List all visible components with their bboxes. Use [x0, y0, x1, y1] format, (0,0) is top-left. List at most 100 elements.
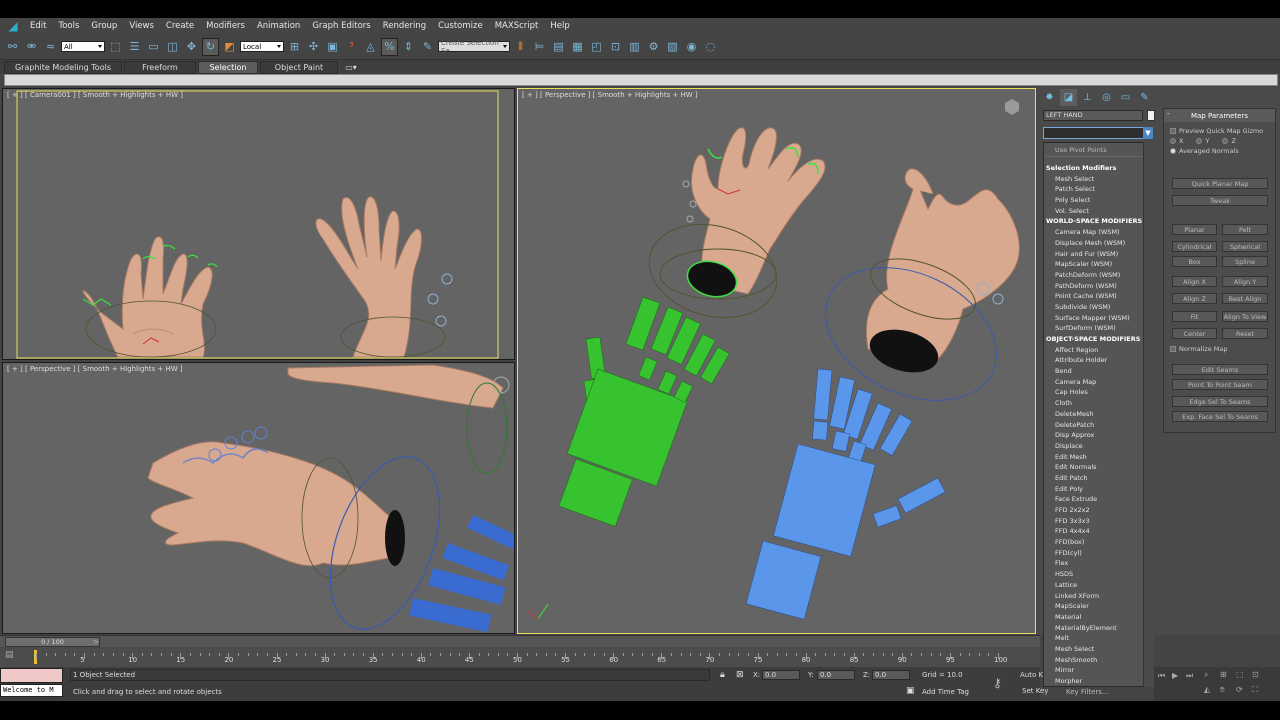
modifier-list-item[interactable]: Surface Mapper (WSM) — [1044, 313, 1153, 324]
modifier-list-item[interactable]: Edit Patch — [1044, 473, 1153, 484]
render-iterative-icon[interactable]: ◌ — [702, 38, 719, 56]
align-icon[interactable]: ⊨ — [531, 38, 548, 56]
modifier-list-item[interactable]: SurfDeform (WSM) — [1044, 323, 1153, 334]
point-to-point-seam-button[interactable]: Point To Point Seam — [1172, 379, 1268, 390]
move-icon[interactable]: ✥ — [183, 38, 200, 56]
modifier-list-item[interactable]: FFD(box) — [1044, 537, 1153, 548]
render-setup-icon[interactable]: ⚙ — [645, 38, 662, 56]
hierarchy-tab-icon[interactable]: ⊥ — [1079, 89, 1096, 106]
viewcube-icon[interactable] — [1005, 99, 1019, 115]
tab-selection[interactable]: Selection — [198, 61, 258, 74]
next-frame-icon[interactable]: ⏭︎ — [1186, 671, 1193, 681]
field-of-view-icon[interactable]: ◭ — [1204, 685, 1210, 694]
viewport-perspective-bottom-left[interactable]: [ + ] [ Perspective ] [ Smooth + Highlig… — [2, 362, 515, 634]
modifier-list-item[interactable]: Edit Normals — [1044, 462, 1153, 473]
exp-face-sel-to-seams-button[interactable]: Exp. Face Sel To Seams — [1172, 411, 1268, 422]
play-icon[interactable]: ▶ — [1172, 671, 1178, 680]
object-color-swatch[interactable] — [1147, 110, 1155, 121]
angle-snap-icon[interactable]: ◬ — [362, 38, 379, 56]
time-slider[interactable]: 0 / 100 > — [0, 635, 1040, 647]
auto-key-button[interactable]: Auto K — [1020, 671, 1043, 679]
object-name-field[interactable]: LEFT HAND — [1043, 110, 1143, 121]
bind-space-warp-icon[interactable]: ≈ — [42, 38, 59, 56]
tweak-button[interactable]: Tweak — [1172, 195, 1268, 206]
modifier-list-item[interactable]: DeletePatch — [1044, 420, 1153, 431]
menu-edit[interactable]: Edit — [24, 21, 52, 31]
modifier-list-item[interactable]: PatchDeform (WSM) — [1044, 270, 1153, 281]
modifier-list-item[interactable]: Cap Holes — [1044, 387, 1153, 398]
pelt-button[interactable]: Pelt — [1222, 224, 1268, 235]
checkbox[interactable] — [1170, 128, 1176, 134]
menu-tools[interactable]: Tools — [52, 21, 85, 31]
modifier-list-item[interactable]: Subdivide (WSM) — [1044, 302, 1153, 313]
modifier-list-item[interactable]: Face Extrude — [1044, 494, 1153, 505]
pivot-center-icon[interactable]: ⊞ — [286, 38, 303, 56]
modifier-list-item[interactable]: Mesh Select — [1044, 644, 1153, 655]
modifier-list-item[interactable]: MeshSmooth — [1044, 655, 1153, 666]
center-button[interactable]: Center — [1172, 328, 1217, 339]
zoom-all-icon[interactable]: ⊞ — [1220, 670, 1227, 679]
viewport-label[interactable]: [ + ] [ Perspective ] [ Smooth + Highlig… — [7, 365, 183, 373]
next-frame-arrow-icon[interactable]: > — [93, 638, 99, 646]
use-pivot-points-option[interactable]: Use Pivot Points — [1044, 143, 1153, 157]
preview-quick-map-option[interactable]: Preview Quick Map Gizmo — [1164, 126, 1275, 136]
quick-planar-map-button[interactable]: Quick Planar Map — [1172, 178, 1268, 189]
window-crossing-icon[interactable]: ◫ — [164, 38, 181, 56]
link-icon[interactable]: ⚯ — [4, 38, 21, 56]
lock-selection-icon[interactable]: 🔒︎ — [720, 670, 725, 680]
modifier-list-item[interactable]: Disp Approx — [1044, 430, 1153, 441]
menu-maxscript[interactable]: MAXScript — [489, 21, 545, 31]
viewport-camera001[interactable]: [ + ] [ Camera001 ] [ Smooth + Highlight… — [2, 88, 515, 360]
modifier-list-item[interactable]: Mirror — [1044, 665, 1153, 676]
viewport-label[interactable]: [ + ] [ Perspective ] [ Smooth + Highlig… — [522, 91, 698, 99]
modifier-list-item[interactable]: Camera Map — [1044, 377, 1153, 388]
cylindrical-button[interactable]: Cylindrical — [1172, 241, 1217, 252]
radio-y[interactable] — [1196, 138, 1203, 144]
align-y-button[interactable]: Align Y — [1222, 276, 1268, 287]
x-coordinate-field[interactable]: 0.0 — [762, 670, 800, 680]
utilities-tab-icon[interactable]: ✎ — [1136, 89, 1153, 106]
motion-tab-icon[interactable]: ◎ — [1098, 89, 1115, 106]
manipulate-icon[interactable]: ✣ — [305, 38, 322, 56]
zoom-extents-icon[interactable]: ⬚ — [1236, 670, 1244, 679]
modifier-list-item[interactable]: Mesh Select — [1044, 174, 1153, 185]
modifier-list-item[interactable]: Vol. Select — [1044, 206, 1153, 217]
modifier-list-item[interactable]: Displace Mesh (WSM) — [1044, 238, 1153, 249]
menu-customize[interactable]: Customize — [432, 21, 489, 31]
modifier-list-item[interactable]: MapScaler — [1044, 601, 1153, 612]
modifier-list-item[interactable]: FFD(cyl) — [1044, 548, 1153, 559]
time-tag-icon[interactable]: ▣ — [906, 686, 915, 696]
modifier-list-item[interactable]: PathDeform (WSM) — [1044, 281, 1153, 292]
modifier-list-item[interactable]: Displace — [1044, 441, 1153, 452]
modifier-list-item[interactable]: MaterialByElement — [1044, 623, 1153, 634]
modifier-list-item[interactable]: Edit Poly — [1044, 484, 1153, 495]
viewport-label[interactable]: [ + ] [ Camera001 ] [ Smooth + Highlight… — [7, 91, 183, 99]
rendered-frame-window-icon[interactable]: ▧ — [664, 38, 681, 56]
menu-animation[interactable]: Animation — [251, 21, 306, 31]
z-coordinate-field[interactable]: 0.0 — [872, 670, 910, 680]
tab-freeform[interactable]: Freeform — [124, 61, 196, 74]
modifier-list-item[interactable]: Edit Mesh — [1044, 452, 1153, 463]
display-tab-icon[interactable]: ▭ — [1117, 89, 1134, 106]
mirror-icon[interactable]: ⫴ — [512, 38, 529, 56]
orbit-icon[interactable]: ⟳ — [1236, 685, 1243, 694]
material-editor-icon[interactable]: ▥ — [626, 38, 643, 56]
modifier-list-item[interactable]: FFD 4x4x4 — [1044, 526, 1153, 537]
select-object-icon[interactable]: ⬚ — [107, 38, 124, 56]
modifier-list-dropdown[interactable] — [1043, 127, 1153, 139]
menu-graph-editors[interactable]: Graph Editors — [306, 21, 376, 31]
time-slider-thumb[interactable]: 0 / 100 — [5, 637, 100, 647]
modifier-list-item[interactable]: Bend — [1044, 366, 1153, 377]
best-align-button[interactable]: Best Align — [1222, 293, 1268, 304]
modifier-list-item[interactable]: Cloth — [1044, 398, 1153, 409]
menu-modifiers[interactable]: Modifiers — [200, 21, 251, 31]
modifier-list-item[interactable]: Morpher — [1044, 676, 1153, 686]
scale-icon[interactable]: ◩ — [221, 38, 238, 56]
modifier-list-item[interactable]: Lattice — [1044, 580, 1153, 591]
edit-seams-button[interactable]: Edit Seams — [1172, 364, 1268, 375]
unlink-icon[interactable]: ⚮ — [23, 38, 40, 56]
graphite-toggle-icon[interactable]: ▦ — [569, 38, 586, 56]
radio[interactable] — [1170, 148, 1176, 154]
modifier-list-item[interactable]: Attribute Holder — [1044, 355, 1153, 366]
modifier-list-item[interactable]: Linked XForm — [1044, 591, 1153, 602]
